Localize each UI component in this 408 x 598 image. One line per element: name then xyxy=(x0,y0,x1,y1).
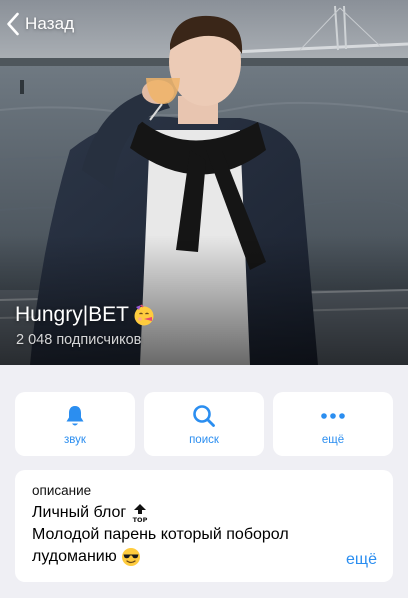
description-line-3-text: лудоманию xyxy=(32,548,117,565)
description-line-1: Личный блог TOP xyxy=(32,502,376,524)
more-button-label: ещё xyxy=(321,433,345,446)
subscriber-count: 2 048 подписчиков xyxy=(16,332,142,348)
bell-icon xyxy=(62,403,88,429)
description-label: описание xyxy=(32,483,92,498)
description-line-1-text: Личный блог xyxy=(32,504,127,521)
description-line-2-text: Молодой парень который поборол xyxy=(32,526,289,543)
search-button-label: поиск xyxy=(189,433,219,446)
more-dots-icon xyxy=(320,403,346,429)
description-line-3: лудоманию xyxy=(32,546,376,568)
search-icon xyxy=(191,403,217,429)
channel-cover: Назад Hungry|BET 2 048 подписчиков xyxy=(0,0,408,365)
face-with-party-horn-emoji xyxy=(134,304,154,326)
action-buttons: звук поиск ещё xyxy=(15,392,393,456)
channel-title-text: Hungry|BET xyxy=(15,303,129,326)
top-arrow-emoji: TOP xyxy=(133,504,148,523)
description-more-link[interactable]: ещё xyxy=(346,551,377,569)
search-button[interactable]: поиск xyxy=(144,392,264,456)
description-card: описание Личный блог TOP Молодой парень … xyxy=(15,470,393,582)
chevron-left-icon xyxy=(7,12,19,36)
svg-text:TOP: TOP xyxy=(133,516,148,523)
channel-title: Hungry|BET xyxy=(15,301,156,329)
mute-button[interactable]: звук xyxy=(15,392,135,456)
back-button-label: Назад xyxy=(25,14,75,33)
smiling-face-with-sunglasses-emoji xyxy=(121,548,140,566)
mute-button-label: звук xyxy=(64,433,86,446)
more-button[interactable]: ещё xyxy=(273,392,393,456)
description-line-2: Молодой парень который поборол xyxy=(32,524,376,546)
back-button[interactable]: Назад xyxy=(6,8,74,40)
channel-profile-screen: Назад Hungry|BET 2 048 подписчиков звук … xyxy=(0,0,408,598)
